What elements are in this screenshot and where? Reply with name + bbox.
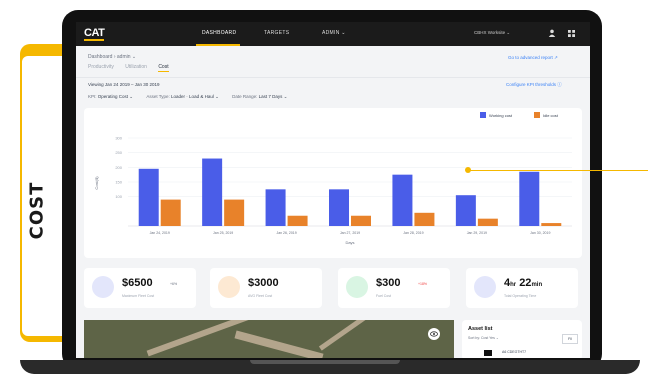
nav-targets[interactable]: TARGETS bbox=[264, 30, 289, 36]
stat-card-avg-cost: $3000 AVG Fleet Cost bbox=[210, 268, 322, 308]
asset-list-panel: Asset list Sort by: Cost Yes ⌄ Fil A6 CD… bbox=[462, 320, 582, 358]
truck-icon bbox=[484, 350, 492, 356]
cost-bar-chart: 100 150 200 250 300 Cost($) Jan 24, 2019 Jan 25… bbox=[94, 112, 572, 245]
laptop-base-notch bbox=[250, 360, 400, 364]
app-screen: CAT DASHBOARD TARGETS ADMIN ⌄ CBHX Works… bbox=[76, 22, 590, 358]
date-range: Viewing Jan 24 2019 – Jan 30 2019 bbox=[88, 82, 160, 87]
bar-idle-cost bbox=[541, 223, 562, 226]
map-road bbox=[234, 330, 324, 358]
asset-sort-select[interactable]: Sort by: Cost Yes ⌄ bbox=[468, 336, 499, 340]
bar-idle-cost bbox=[477, 218, 498, 226]
stat-value: $300 bbox=[376, 277, 401, 289]
stat-badge: +6% bbox=[170, 282, 178, 286]
y-tick-label: 300 bbox=[115, 136, 122, 141]
bar-working-cost bbox=[138, 168, 159, 226]
grid-menu-icon[interactable] bbox=[568, 30, 575, 37]
y-tick-label: 100 bbox=[115, 194, 122, 199]
filter-asset-type[interactable]: Asset Type: Loader · Load & Haul ⌄ bbox=[146, 94, 219, 100]
x-tick-label: Jan 28, 2019 bbox=[403, 231, 423, 235]
asset-list-title: Asset list bbox=[468, 326, 493, 332]
y-axis-label: Cost($) bbox=[94, 176, 99, 190]
map-road bbox=[318, 320, 380, 351]
header-divider bbox=[76, 77, 590, 78]
cost-chart-card: 100 150 200 250 300 Cost($) Jan 24, 2019 Jan 25… bbox=[84, 108, 582, 258]
x-tick-label: Jan 24, 2019 bbox=[150, 231, 170, 235]
bar-idle-cost bbox=[414, 212, 435, 226]
y-tick-label: 150 bbox=[115, 180, 122, 185]
worksite-selector[interactable]: CBHX Worksite ⌄ bbox=[474, 30, 510, 36]
view-toggle-button[interactable] bbox=[428, 328, 440, 340]
legend-swatch-working bbox=[480, 112, 486, 118]
legend-label-working: Working cost bbox=[489, 113, 513, 118]
x-tick-label: Jan 29, 2019 bbox=[467, 231, 487, 235]
configure-kpi-link[interactable]: Configure KPI thresholds ⓘ bbox=[506, 82, 562, 88]
asset-list-item[interactable]: A6 CDEGTHT7 bbox=[502, 350, 526, 354]
active-nav-indicator bbox=[196, 44, 240, 46]
top-navigation-bar: CAT DASHBOARD TARGETS ADMIN ⌄ CBHX Works… bbox=[76, 22, 590, 46]
asset-filter-button[interactable]: Fil bbox=[562, 334, 578, 344]
bar-idle-cost bbox=[351, 215, 371, 226]
tab-productivity[interactable]: Productivity bbox=[88, 64, 114, 70]
tab-cost[interactable]: Cost bbox=[158, 64, 169, 72]
filter-date-range[interactable]: Date Range: Last 7 Days ⌄ bbox=[232, 94, 287, 100]
bar-working-cost bbox=[265, 189, 286, 226]
x-tick-label: Jan 25, 2019 bbox=[213, 231, 233, 235]
stat-card-max-cost: $6500 +6% Maximum Fleet Cost bbox=[84, 268, 196, 308]
stat-value: 4hr 22min bbox=[504, 277, 543, 289]
bar-idle-cost bbox=[160, 199, 181, 226]
subtab-bar: Productivity Utilization Cost bbox=[88, 64, 179, 72]
fuel-icon bbox=[218, 276, 240, 298]
bar-working-cost bbox=[519, 171, 540, 226]
bar-working-cost bbox=[202, 158, 223, 226]
breadcrumb[interactable]: Dashboard › admin ⌄ bbox=[88, 54, 136, 60]
tab-utilization[interactable]: Utilization bbox=[125, 64, 147, 70]
site-map[interactable] bbox=[84, 320, 454, 358]
stat-value: $3000 bbox=[248, 277, 279, 289]
user-icon[interactable] bbox=[548, 29, 556, 37]
eye-icon bbox=[430, 331, 438, 337]
nav-admin[interactable]: ADMIN ⌄ bbox=[322, 30, 346, 36]
refresh-icon bbox=[346, 276, 368, 298]
bar-working-cost bbox=[455, 195, 476, 226]
x-axis-label: Days bbox=[345, 240, 354, 245]
dollar-icon bbox=[92, 276, 114, 298]
callout-dot bbox=[465, 167, 471, 173]
stat-label: Total Operating Time bbox=[504, 294, 537, 298]
stat-card-fuel-cost: $300 +18% Fuel Cost bbox=[338, 268, 450, 308]
stat-card-operating-time: 4hr 22min Total Operating Time bbox=[466, 268, 578, 308]
filter-kpi[interactable]: KPI: Operating Cost ⌄ bbox=[88, 94, 133, 100]
x-tick-label: Jan 30, 2019 bbox=[530, 231, 550, 235]
stat-label: AVG Fleet Cost bbox=[248, 294, 273, 298]
x-tick-label: Jan 27, 2019 bbox=[340, 231, 360, 235]
bar-idle-cost bbox=[287, 215, 308, 226]
y-tick-label: 200 bbox=[115, 165, 122, 170]
filter-bar: KPI: Operating Cost ⌄ Asset Type: Loader… bbox=[88, 94, 299, 100]
clock-icon bbox=[474, 276, 496, 298]
side-tab-label: COST bbox=[26, 181, 48, 239]
y-tick-label: 250 bbox=[115, 150, 122, 155]
cat-logo[interactable]: CAT bbox=[84, 27, 105, 39]
bar-idle-cost bbox=[224, 199, 245, 226]
callout-line bbox=[468, 170, 648, 171]
bar-working-cost bbox=[392, 174, 413, 226]
stat-label: Fuel Cost bbox=[376, 294, 391, 298]
advanced-report-link[interactable]: Go to advanced report ↗ bbox=[508, 55, 558, 61]
legend-label-idle: Idle cost bbox=[543, 113, 559, 118]
stat-badge: +18% bbox=[418, 282, 428, 286]
stat-value: $6500 bbox=[122, 277, 153, 289]
bar-working-cost bbox=[329, 189, 349, 226]
legend-swatch-idle bbox=[534, 112, 540, 118]
logo-underline bbox=[84, 39, 104, 41]
stat-label: Maximum Fleet Cost bbox=[122, 294, 155, 298]
nav-dashboard[interactable]: DASHBOARD bbox=[202, 30, 236, 36]
x-tick-label: Jan 26, 2019 bbox=[276, 231, 296, 235]
